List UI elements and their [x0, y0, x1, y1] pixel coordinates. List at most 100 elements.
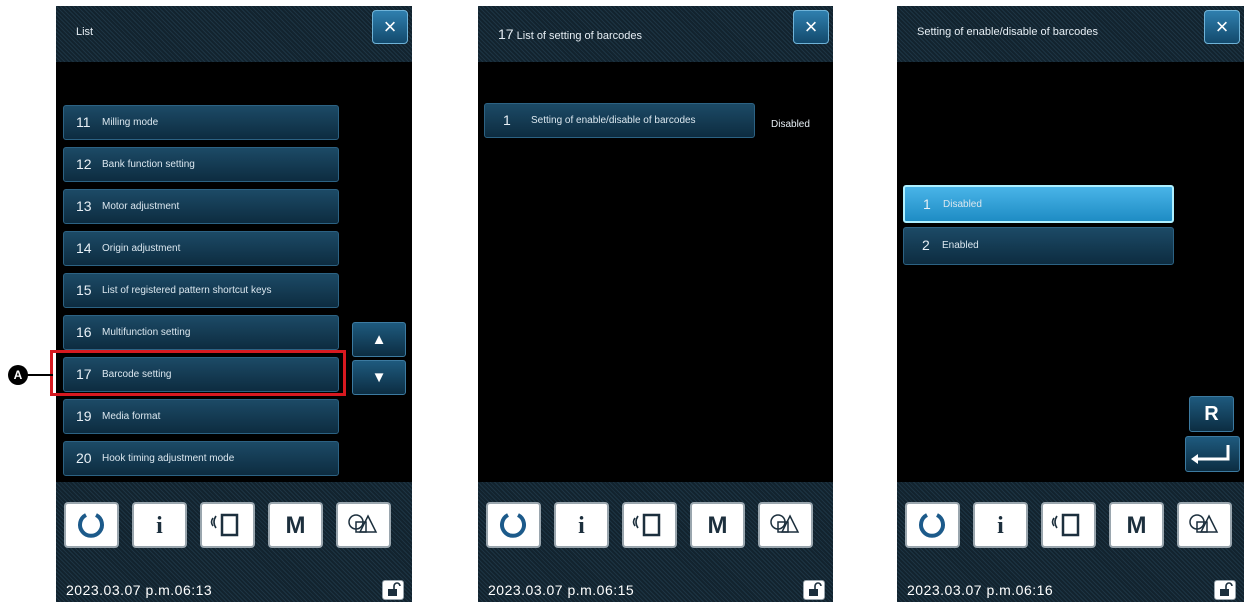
- mode-icon: M: [285, 512, 306, 539]
- communication-icon: [632, 513, 661, 537]
- option-label: Disabled: [943, 199, 982, 210]
- datetime: 2023.03.07 p.m.06:13: [66, 582, 213, 598]
- item-label: Multifunction setting: [102, 327, 191, 338]
- title-bar: 17 List of setting of barcodes ×: [478, 6, 833, 62]
- mode-icon: M: [1126, 512, 1147, 539]
- enter-arrow-icon: [1191, 445, 1230, 464]
- list-item-multifunction[interactable]: 16 Multifunction setting: [63, 315, 339, 350]
- pattern-shapes-icon: [1189, 514, 1219, 533]
- option-label: Enabled: [942, 240, 979, 251]
- item-label: Media format: [102, 411, 161, 422]
- close-button[interactable]: ×: [793, 10, 829, 44]
- item-number: 12: [76, 156, 92, 172]
- item-label: Bank function setting: [102, 159, 195, 170]
- item-label: Milling mode: [102, 117, 159, 128]
- page-title: List: [76, 26, 94, 38]
- callout-highlight: [50, 350, 346, 396]
- scroll-down-button[interactable]: ▼: [352, 360, 406, 395]
- close-button[interactable]: ×: [1204, 10, 1240, 44]
- title-bar: List ×: [56, 6, 412, 62]
- item-number: 19: [76, 408, 92, 424]
- reset-icon: [78, 513, 104, 538]
- item-number: 11: [76, 114, 91, 130]
- datetime: 2023.03.07 p.m.06:15: [488, 582, 635, 598]
- pattern-button[interactable]: [758, 502, 813, 548]
- info-button[interactable]: i: [973, 502, 1028, 548]
- barcode-enable-screen: Setting of enable/disable of barcodes × …: [897, 6, 1244, 602]
- bottom-bar: i M 2023.03.07 p.m.06:13: [56, 482, 412, 602]
- mode-icon: M: [707, 512, 728, 539]
- lock-button[interactable]: [1214, 580, 1236, 600]
- barcode-settings-list-screen: 17 List of setting of barcodes × 1 Setti…: [478, 6, 833, 602]
- item-number: 20: [76, 450, 92, 466]
- toolbar: i M: [905, 502, 1244, 552]
- unlock-icon: [809, 582, 822, 596]
- list-item-origin-adjustment[interactable]: 14 Origin adjustment: [63, 231, 339, 266]
- datetime: 2023.03.07 p.m.06:16: [907, 582, 1054, 598]
- bottom-bar: i M 2023.03.07 p.m.06:15: [478, 482, 833, 602]
- list-item-hook-timing[interactable]: 20 Hook timing adjustment mode: [63, 441, 339, 476]
- page-title: Setting of enable/disable of barcodes: [917, 26, 1099, 38]
- item-number: 13: [76, 198, 92, 214]
- reset-button[interactable]: [905, 502, 960, 548]
- communication-button[interactable]: [1041, 502, 1096, 548]
- pattern-button[interactable]: [336, 502, 391, 548]
- enter-button[interactable]: [1185, 436, 1240, 472]
- list-item-media-format[interactable]: 19 Media format: [63, 399, 339, 434]
- communication-icon: [210, 513, 239, 537]
- title-text: List of setting of barcodes: [516, 30, 642, 42]
- option-enabled[interactable]: 2 Enabled: [903, 227, 1174, 265]
- mode-button[interactable]: M: [268, 502, 323, 548]
- item-label: Hook timing adjustment mode: [102, 453, 235, 464]
- page-title: 17 List of setting of barcodes: [498, 26, 642, 42]
- item-number: 15: [76, 282, 92, 298]
- item-number: 14: [76, 240, 92, 256]
- pattern-shapes-icon: [348, 514, 378, 533]
- title-number: 17: [498, 26, 514, 42]
- title-bar: Setting of enable/disable of barcodes ×: [897, 6, 1244, 62]
- communication-button[interactable]: [200, 502, 255, 548]
- close-button[interactable]: ×: [372, 10, 408, 44]
- callout-line: [26, 374, 53, 376]
- item-label: Origin adjustment: [102, 243, 181, 254]
- scroll-up-button[interactable]: ▲: [352, 322, 406, 357]
- unlock-icon: [388, 582, 401, 596]
- list-item-motor-adjustment[interactable]: 13 Motor adjustment: [63, 189, 339, 224]
- reset-button[interactable]: [486, 502, 541, 548]
- item-label: List of registered pattern shortcut keys: [102, 285, 272, 296]
- list-screen: List × 11 Milling mode 12 Bank function …: [56, 6, 412, 602]
- item-number: 1: [503, 112, 511, 128]
- item-label: Motor adjustment: [102, 201, 180, 212]
- info-button[interactable]: i: [554, 502, 609, 548]
- option-number: 1: [923, 196, 931, 212]
- mode-button[interactable]: M: [1109, 502, 1164, 548]
- lock-button[interactable]: [803, 580, 825, 600]
- list-item-milling-mode[interactable]: 11 Milling mode: [63, 105, 339, 140]
- info-icon: i: [578, 513, 585, 539]
- reset-r-button[interactable]: R: [1189, 396, 1234, 432]
- communication-icon: [1051, 513, 1080, 537]
- setting-value: Disabled: [771, 119, 810, 130]
- reset-icon: [500, 513, 526, 538]
- item-number: 16: [76, 324, 92, 340]
- info-icon: i: [997, 513, 1004, 539]
- option-disabled[interactable]: 1 Disabled: [903, 185, 1174, 223]
- bottom-bar: i M 2023.03.07 p.m.06:16: [897, 482, 1244, 602]
- lock-button[interactable]: [382, 580, 404, 600]
- unlock-icon: [1220, 582, 1233, 596]
- reset-icon: [919, 513, 945, 538]
- pattern-button[interactable]: [1177, 502, 1232, 548]
- toolbar: i M: [486, 502, 826, 552]
- info-icon: i: [156, 513, 163, 539]
- info-button[interactable]: i: [132, 502, 187, 548]
- callout-marker: A: [8, 365, 28, 385]
- list-item-shortcut-keys[interactable]: 15 List of registered pattern shortcut k…: [63, 273, 339, 308]
- list-item-bank-function[interactable]: 12 Bank function setting: [63, 147, 339, 182]
- toolbar: i M: [64, 502, 404, 552]
- communication-button[interactable]: [622, 502, 677, 548]
- reset-button[interactable]: [64, 502, 119, 548]
- list-item-barcode-enable[interactable]: 1 Setting of enable/disable of barcodes: [484, 103, 755, 138]
- pattern-shapes-icon: [770, 514, 800, 533]
- item-label: Setting of enable/disable of barcodes: [531, 115, 696, 126]
- mode-button[interactable]: M: [690, 502, 745, 548]
